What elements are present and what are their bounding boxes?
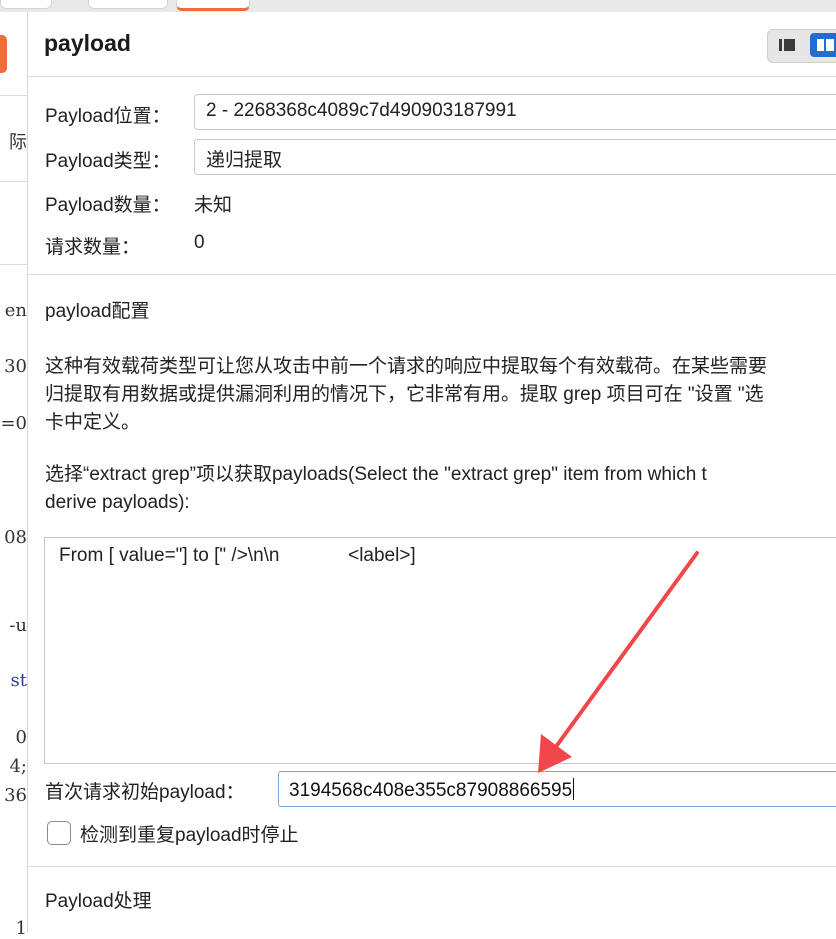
annotation-arrow-icon bbox=[538, 551, 699, 773]
